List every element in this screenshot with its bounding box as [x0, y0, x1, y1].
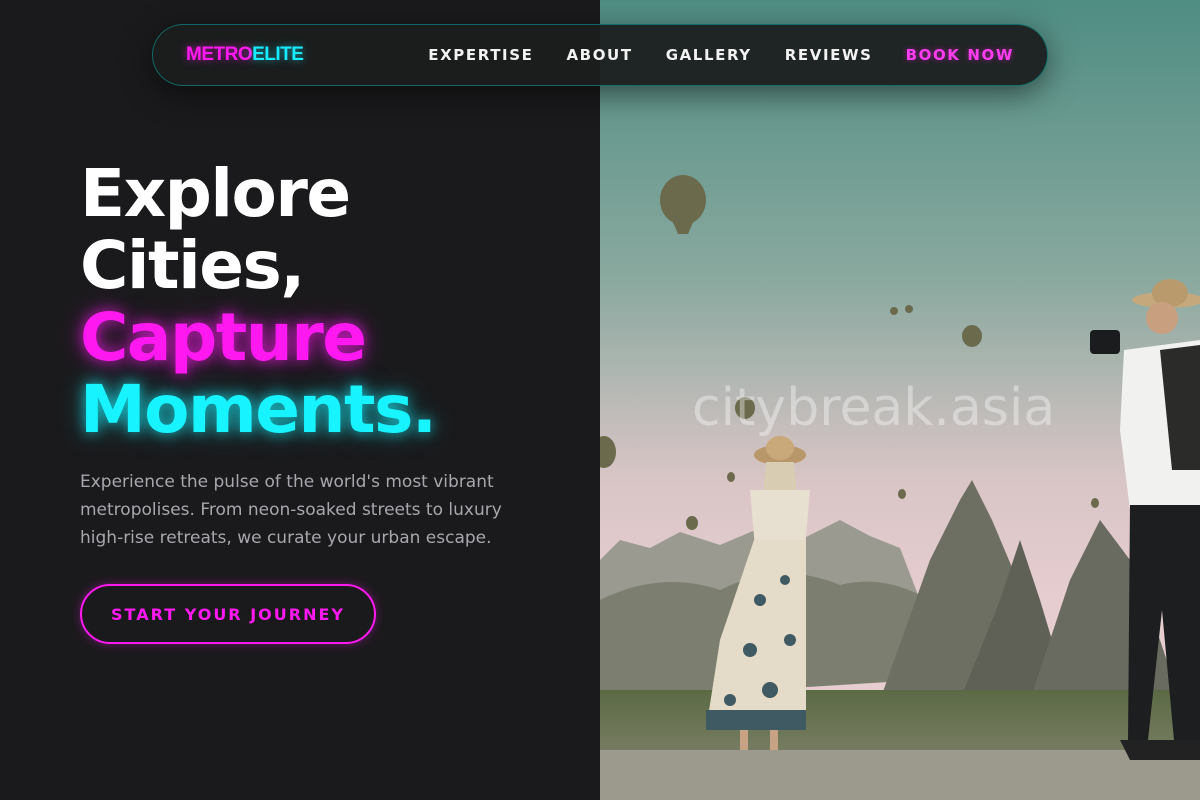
brand-logo-part1: METRO	[186, 44, 253, 65]
headline-line-4: Moments.	[80, 371, 437, 448]
nav-link-gallery[interactable]: GALLERY	[666, 46, 752, 64]
nav-links: EXPERTISE ABOUT GALLERY REVIEWS BOOK NOW	[428, 25, 1014, 85]
book-now-link[interactable]: BOOK NOW	[906, 46, 1014, 64]
photo-watermark: citybreak.asia	[692, 378, 1056, 438]
nav-link-reviews[interactable]: REVIEWS	[785, 46, 873, 64]
hero-headline: Explore Cities, Capture Moments.	[80, 155, 437, 448]
nav-link-about[interactable]: ABOUT	[566, 46, 632, 64]
hero-subtitle: Experience the pulse of the world's most…	[80, 472, 502, 548]
nav-link-expertise[interactable]: EXPERTISE	[428, 46, 533, 64]
headline-line-2: Cities,	[80, 227, 305, 304]
top-navbar: METROELITE EXPERTISE ABOUT GALLERY REVIE…	[152, 24, 1048, 86]
headline-line-3: Capture	[80, 299, 367, 376]
headline-line-1: Explore	[80, 155, 351, 232]
start-journey-button[interactable]: START YOUR JOURNEY	[80, 584, 376, 644]
brand-logo-part2: ELITE	[252, 44, 304, 65]
brand-logo[interactable]: METROELITE	[186, 44, 304, 66]
